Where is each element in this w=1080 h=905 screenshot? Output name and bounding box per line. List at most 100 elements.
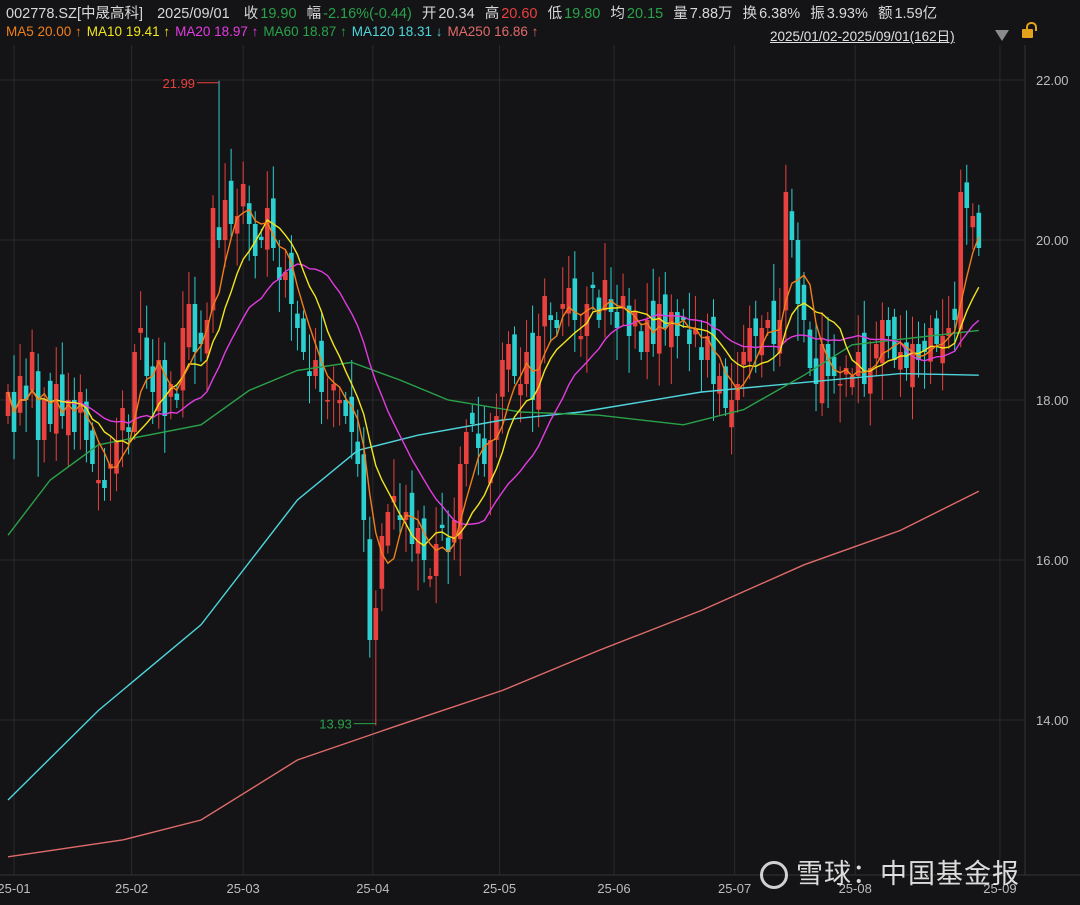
candle-body xyxy=(638,331,644,352)
candle-body xyxy=(102,480,107,488)
candle-body xyxy=(144,337,149,376)
candle-body xyxy=(500,360,505,397)
candle-body xyxy=(506,344,511,370)
x-tick-label: 25-06 xyxy=(597,881,630,896)
candle-body xyxy=(379,536,385,589)
candle-body xyxy=(928,328,933,362)
candle-body xyxy=(482,438,487,464)
ma250-line xyxy=(7,490,980,858)
candle-body xyxy=(530,332,535,400)
candle-body xyxy=(699,347,704,360)
x-tick-label: 25-07 xyxy=(718,881,751,896)
candle-body xyxy=(765,320,771,328)
candle-body xyxy=(367,539,373,640)
candle-body xyxy=(813,358,819,384)
candle-body xyxy=(295,313,300,328)
candle-body xyxy=(210,208,216,311)
x-tick-label: 25-01 xyxy=(0,881,31,896)
candle-body xyxy=(892,316,897,360)
candle-body xyxy=(536,336,541,410)
candle-body xyxy=(837,384,843,386)
candle-body xyxy=(120,408,125,431)
candle-body xyxy=(53,384,59,434)
candle-body xyxy=(578,336,584,340)
candle-body xyxy=(518,384,523,396)
y-tick-label: 22.00 xyxy=(1036,73,1069,88)
candle-body xyxy=(512,334,517,376)
candle-body xyxy=(331,384,336,391)
candle-body xyxy=(771,300,777,344)
candle-body xyxy=(964,182,970,208)
candle-body xyxy=(373,608,379,640)
candle-body xyxy=(596,297,602,320)
x-tick-label: 25-05 xyxy=(483,881,516,896)
candle-body xyxy=(470,412,475,424)
candle-body xyxy=(343,400,348,416)
candle-body xyxy=(940,336,945,364)
candle-body xyxy=(801,284,807,320)
candle-body xyxy=(29,352,35,391)
x-tick-label: 25-03 xyxy=(227,881,260,896)
candle-body xyxy=(898,352,903,370)
candle-body xyxy=(138,328,143,333)
candle-body xyxy=(439,524,445,528)
candle-body xyxy=(192,304,198,352)
y-tick-label: 16.00 xyxy=(1036,553,1069,568)
candle-body xyxy=(590,284,596,288)
y-tick-label: 20.00 xyxy=(1036,233,1069,248)
candle-body xyxy=(216,227,222,240)
candle-body xyxy=(572,278,578,320)
watermark-text: 雪球：中国基金报 xyxy=(796,859,1020,889)
candle-body xyxy=(35,371,41,440)
candle-body xyxy=(476,433,481,448)
ma20-line xyxy=(7,263,980,526)
low-marker-label: 13.93 xyxy=(319,717,352,732)
candle-body xyxy=(337,400,342,404)
x-tick-label: 25-04 xyxy=(356,881,389,896)
candle-body xyxy=(307,371,312,376)
snowball-logo-icon xyxy=(760,861,788,889)
candlestick-chart[interactable]: 22.00 20.00 18.00 16.00 14.00 25-01 25-02 25-03… xyxy=(0,0,1080,905)
candle-body xyxy=(325,400,330,402)
candle-body xyxy=(349,396,355,432)
candle-body xyxy=(186,304,192,348)
candle-body xyxy=(753,318,759,336)
watermark: 雪球：中国基金报 xyxy=(760,852,1020,891)
candle-body xyxy=(650,300,656,344)
ma120-line xyxy=(7,372,979,801)
candle-body xyxy=(554,320,560,328)
candle-body xyxy=(150,366,156,392)
candle-body xyxy=(355,441,361,464)
candle-body xyxy=(789,211,795,240)
candle-body xyxy=(741,352,746,365)
candle-body xyxy=(301,318,306,352)
candle-body xyxy=(114,440,119,474)
candle-body xyxy=(385,512,391,546)
candle-body xyxy=(783,192,789,311)
candle-body xyxy=(258,236,264,240)
candle-body xyxy=(162,360,168,416)
y-tick-label: 18.00 xyxy=(1036,393,1069,408)
candle-body xyxy=(669,312,674,348)
high-marker-label: 21.99 xyxy=(163,76,196,91)
candle-body xyxy=(228,180,234,224)
y-tick-label: 14.00 xyxy=(1036,713,1069,728)
candle-body xyxy=(264,208,270,250)
candle-body xyxy=(427,576,433,580)
candle-body xyxy=(952,308,958,320)
x-tick-label: 25-02 xyxy=(115,881,148,896)
candle-body xyxy=(687,329,692,344)
candle-body xyxy=(886,320,891,336)
candle-body xyxy=(41,400,47,440)
candle-body xyxy=(934,318,939,344)
candle-body xyxy=(174,393,180,400)
candle-body xyxy=(17,376,23,413)
candle-body xyxy=(548,315,553,320)
candle-body xyxy=(807,329,813,368)
candle-body xyxy=(874,344,879,359)
candle-body xyxy=(795,240,801,304)
candle-body xyxy=(946,328,951,336)
candle-body xyxy=(240,184,246,207)
candle-body xyxy=(614,312,620,328)
candle-body xyxy=(421,518,427,560)
